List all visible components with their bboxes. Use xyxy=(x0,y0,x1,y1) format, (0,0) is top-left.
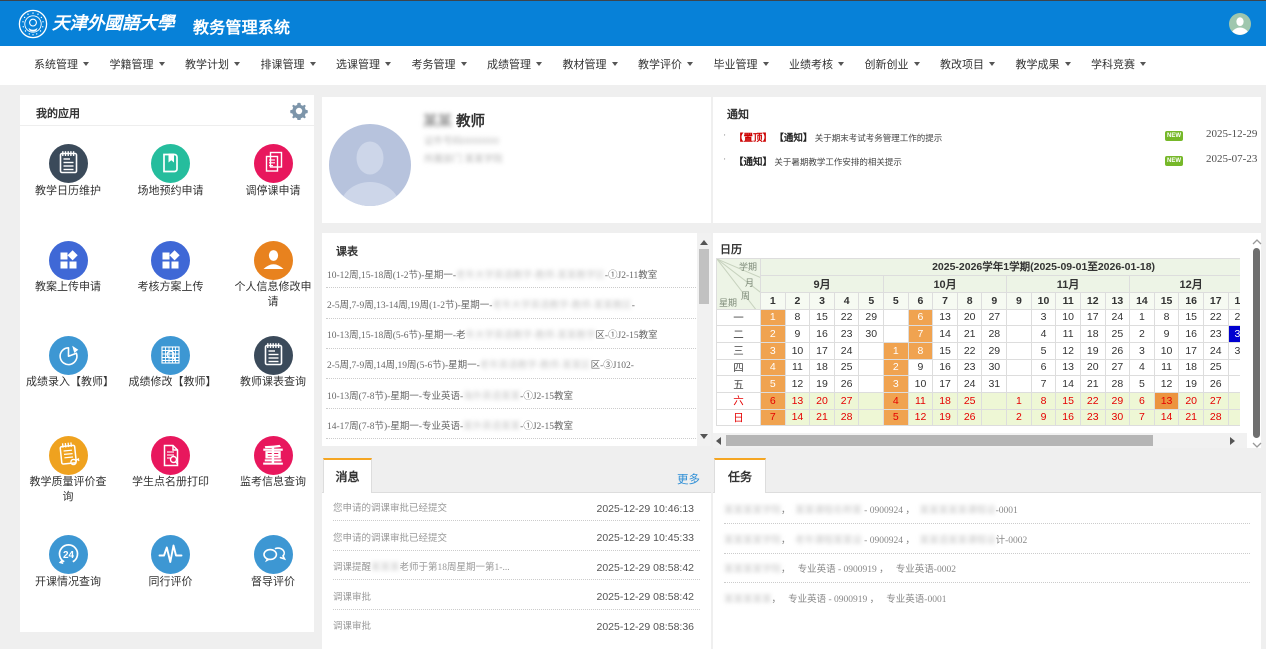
svg-text:24: 24 xyxy=(62,550,74,561)
